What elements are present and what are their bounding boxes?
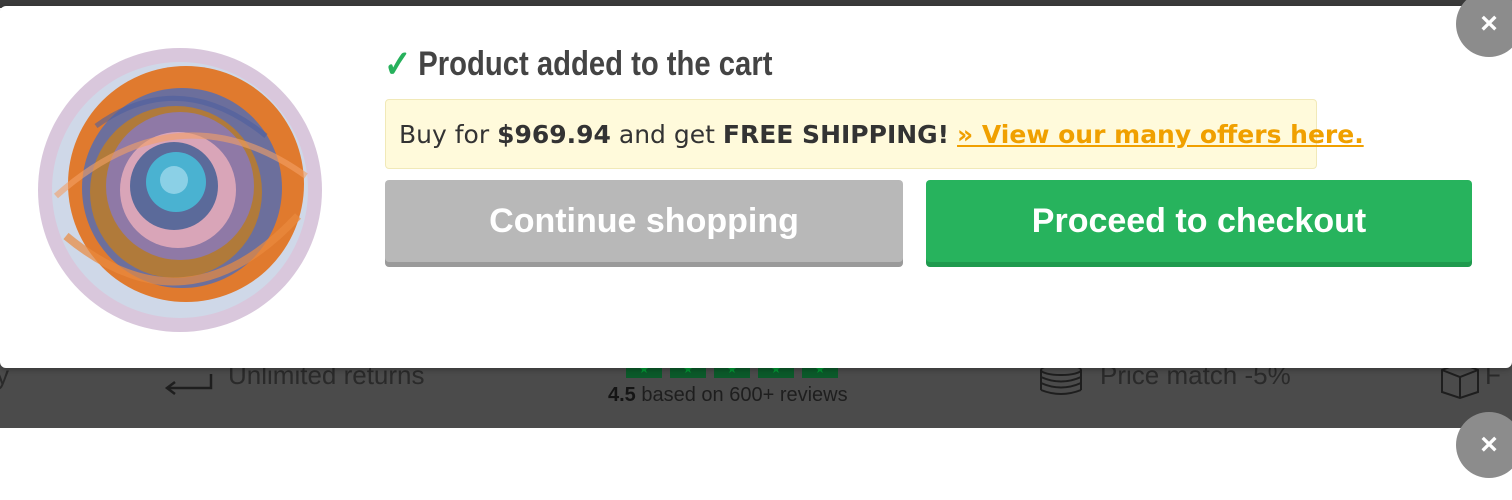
- add-to-cart-modal: ✓ Product added to the cart Buy for $969…: [0, 6, 1512, 368]
- continue-shopping-button[interactable]: Continue shopping: [385, 180, 903, 262]
- close-icon[interactable]: ×: [1456, 412, 1512, 478]
- coin-stack-icon: [1040, 364, 1082, 395]
- free-shipping-notice: Buy for $969.94 and get FREE SHIPPING! »…: [385, 99, 1364, 169]
- notice-prefix: Buy for: [399, 120, 498, 149]
- proceed-to-checkout-button[interactable]: Proceed to checkout: [926, 180, 1472, 262]
- notice-middle: and get: [610, 120, 723, 149]
- reviews-summary: 4.5 based on 600+ reviews: [608, 384, 848, 407]
- product-image-yarn-ball: [38, 48, 322, 332]
- modal-title: ✓ Product added to the cart: [384, 42, 772, 87]
- return-arrow-icon: [164, 374, 213, 395]
- modal-title-text: Product added to the cart: [418, 45, 773, 83]
- notice-free-shipping: FREE SHIPPING!: [722, 120, 950, 149]
- reviews-count-text: based on 600+ reviews: [635, 384, 848, 406]
- view-offers-link[interactable]: » View our many offers here.: [957, 120, 1364, 149]
- check-icon: ✓: [384, 44, 412, 86]
- rating-value: 4.5: [608, 384, 636, 406]
- notice-amount: $969.94: [497, 120, 611, 149]
- trust-bar: y Unlimited returns ★ ★ ★ ★ ★ 4.5 based …: [0, 360, 1512, 428]
